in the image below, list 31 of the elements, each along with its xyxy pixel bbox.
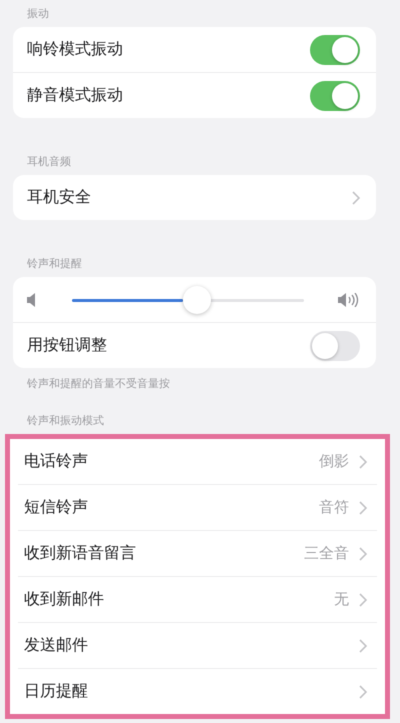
row-label[interactable]: 日历提醒 <box>24 681 88 702</box>
row-label[interactable]: 收到新语音留言 <box>24 543 136 564</box>
row-label[interactable]: 发送邮件 <box>24 635 88 656</box>
toggle-switch[interactable] <box>310 34 360 64</box>
row-label[interactable]: 收到新邮件 <box>24 589 104 610</box>
chevron-icon <box>359 592 367 606</box>
row-label[interactable]: 短信铃声 <box>24 497 88 518</box>
toggle-switch[interactable] <box>310 80 360 110</box>
row-label: 响铃模式振动 <box>27 39 123 60</box>
row-value: 倒影 <box>319 452 349 471</box>
toggle-switch[interactable] <box>310 330 360 360</box>
section-header: 铃声和振动模式 <box>26 413 105 429</box>
row-value: 无 <box>334 590 349 609</box>
section-header: 振动 <box>26 6 50 22</box>
section-header: 铃声和提醒 <box>26 256 83 272</box>
row-label[interactable]: 电话铃声 <box>24 451 88 472</box>
row-label: 静音模式振动 <box>27 85 123 106</box>
chevron-icon <box>352 190 360 204</box>
section-footer: 铃声和提醒的音量不受音量按 <box>0 368 400 391</box>
chevron-icon <box>359 546 367 560</box>
row-label[interactable]: 耳机安全 <box>27 187 91 208</box>
row-value: 三全音 <box>304 544 349 563</box>
section-header: 耳机音频 <box>26 154 72 170</box>
chevron-icon <box>359 500 367 514</box>
speaker-loud-icon <box>338 292 360 306</box>
chevron-icon <box>359 454 367 468</box>
row-value: 音符 <box>319 498 349 517</box>
chevron-icon <box>359 684 367 698</box>
chevron-icon <box>359 638 367 652</box>
speaker-quiet-icon <box>27 292 36 306</box>
row-label: 用按钮调整 <box>27 335 107 356</box>
